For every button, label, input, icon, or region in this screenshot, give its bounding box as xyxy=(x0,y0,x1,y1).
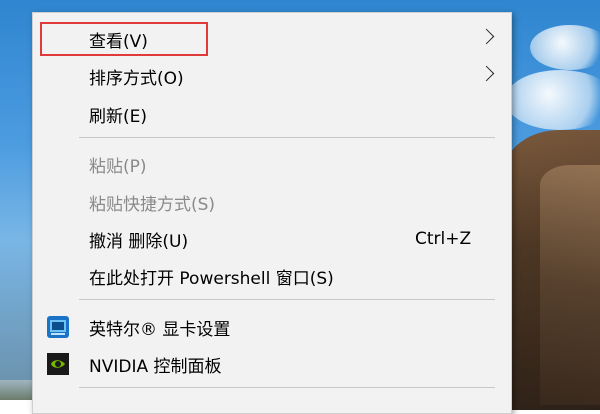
menu-item-paste-shortcut[interactable]: 粘贴快捷方式(S) xyxy=(33,183,511,221)
menu-item-open-powershell[interactable]: 在此处打开 Powershell 窗口(S) xyxy=(33,257,511,295)
chevron-right-icon xyxy=(478,28,495,45)
menu-separator xyxy=(79,137,495,138)
red-highlight-box xyxy=(40,22,208,56)
cloud xyxy=(505,70,600,130)
cloud xyxy=(530,25,600,70)
menu-item-label: 排序方式(O) xyxy=(89,68,184,89)
menu-item-label: 英特尔® 显卡设置 xyxy=(89,319,231,340)
menu-item-label: NVIDIA 控制面板 xyxy=(89,356,222,377)
menu-item-nvidia-control-panel[interactable]: NVIDIA 控制面板 xyxy=(33,345,511,383)
context-menu: 查看(V) 排序方式(O) 刷新(E) 粘贴(P) 粘贴快捷方式(S) 撤消 删… xyxy=(32,12,512,414)
menu-item-intel-graphics[interactable]: 英特尔® 显卡设置 xyxy=(33,308,511,346)
nvidia-icon xyxy=(47,353,69,375)
menu-item-label: 刷新(E) xyxy=(89,106,148,127)
menu-separator xyxy=(79,387,495,388)
menu-item-paste[interactable]: 粘贴(P) xyxy=(33,145,511,183)
menu-item-shortcut: Ctrl+Z xyxy=(415,229,472,249)
menu-separator xyxy=(79,299,495,300)
menu-item-label: 粘贴快捷方式(S) xyxy=(89,194,216,215)
rock-cliff-face xyxy=(540,165,600,405)
menu-item-sort-by[interactable]: 排序方式(O) xyxy=(33,57,511,95)
intel-graphics-icon xyxy=(47,316,69,338)
menu-item-label: 在此处打开 Powershell 窗口(S) xyxy=(89,268,334,289)
menu-item-label: 撤消 删除(U) xyxy=(89,231,189,252)
chevron-right-icon xyxy=(478,65,495,82)
menu-item-refresh[interactable]: 刷新(E) xyxy=(33,95,511,133)
menu-item-label: 粘贴(P) xyxy=(89,156,147,177)
menu-item-undo-delete[interactable]: 撤消 删除(U) Ctrl+Z xyxy=(33,220,511,258)
